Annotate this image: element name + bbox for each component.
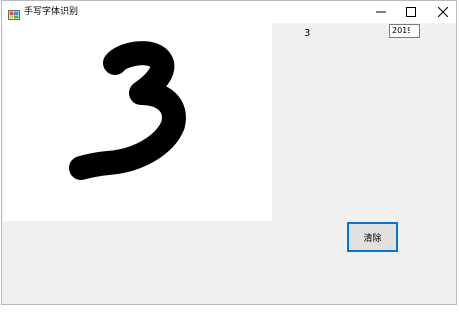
window-title: 手写字体识别 — [24, 7, 79, 17]
minimize-button[interactable] — [365, 1, 397, 23]
drawing-canvas[interactable] — [3, 23, 272, 221]
app-window: 手写字体识别 3 2019 — [1, 0, 457, 305]
minimize-icon — [376, 11, 386, 13]
close-icon — [438, 7, 448, 17]
model-select-value: 2019 — [392, 26, 410, 35]
chevron-down-icon — [410, 28, 417, 37]
maximize-button[interactable] — [395, 1, 427, 23]
model-select[interactable]: 2019 — [389, 24, 420, 38]
app-icon — [8, 6, 20, 20]
handwritten-stroke — [69, 41, 186, 180]
recognition-result: 3 — [304, 28, 311, 39]
clear-button[interactable]: 清除 — [347, 222, 398, 252]
close-button[interactable] — [427, 1, 456, 23]
title-bar[interactable]: 手写字体识别 — [2, 1, 456, 23]
maximize-icon — [406, 7, 416, 17]
